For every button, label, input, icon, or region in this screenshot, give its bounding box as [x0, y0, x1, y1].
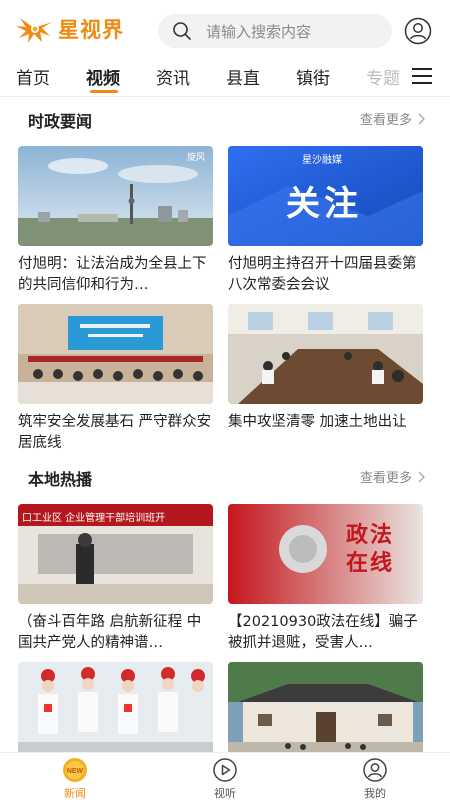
play-icon [213, 758, 237, 782]
video-title: 集中攻坚清零 加速土地出让 [228, 414, 407, 430]
section-more-politics[interactable]: 查看更多 [360, 109, 426, 128]
more-label: 查看更多 [360, 471, 413, 486]
video-thumbnail: 政法在线 [228, 504, 423, 604]
tab-home[interactable]: 首页 [16, 64, 50, 89]
focus-label: 关注 [286, 184, 362, 224]
news-icon: NEW [63, 758, 87, 782]
app-logo[interactable]: 星视界 [16, 14, 124, 44]
video-card[interactable]: 政法在线 【20210930政法在线】骗子被抓并退赃，受害人… [228, 504, 423, 654]
section-more-local[interactable]: 查看更多 [360, 467, 426, 486]
video-card[interactable]: 口工业区 企业管理干部培训班开 （奋斗百年路 启航新征程 中国共产党人的精神谱… [18, 504, 213, 654]
star-logo-icon [16, 18, 52, 43]
search-placeholder: 请输入搜索内容 [206, 22, 312, 41]
historic-house-image [228, 662, 423, 762]
tab-news[interactable]: 资讯 [156, 64, 190, 89]
bottom-tab-news[interactable]: NEW 新闻 [45, 757, 105, 800]
video-card[interactable]: 筑牢安全发展基石 严守群众安居底线 [18, 304, 213, 454]
tab-video[interactable]: 视频 [86, 64, 120, 89]
video-thumbnail [18, 662, 213, 762]
active-tab-indicator [90, 90, 118, 93]
profile-icon [363, 758, 387, 782]
bottom-tab-label: 视听 [214, 787, 236, 800]
video-title: （奋斗百年路 启航新征程 中国共产党人的精神谱… [18, 614, 202, 651]
video-card[interactable]: 星沙融媒 关注 付旭明主持召开十四届县委第八次常委会会议 [228, 146, 423, 296]
bottom-tab-audiovisual[interactable]: 视听 [195, 757, 255, 800]
video-card[interactable]: 集中攻坚清零 加速土地出让 [228, 304, 423, 454]
tab-special[interactable]: 专题 [366, 64, 400, 89]
video-thumbnail [18, 304, 213, 404]
video-thumbnail: 星沙融媒 关注 [228, 146, 423, 246]
video-title: 【20210930政法在线】骗子被抓并退赃，受害人… [228, 614, 418, 651]
city-skyline-image [18, 146, 213, 246]
app-name: 星视界 [58, 18, 124, 42]
tab-towns[interactable]: 镇街 [296, 64, 330, 89]
bottom-navigation: NEW 新闻 视听 我的 [0, 752, 450, 800]
search-icon [173, 22, 191, 40]
video-title: 筑牢安全发展基石 严守群众安居底线 [18, 414, 212, 451]
video-title: 付旭明主持召开十四届县委第八次常委会会议 [228, 256, 417, 293]
video-card[interactable]: 旋风 付旭明：让法治成为全县上下的共同信仰和行为… [18, 146, 213, 296]
video-thumbnail [228, 662, 423, 762]
meeting-hall-image [18, 304, 213, 404]
section-title-local: 本地热播 [28, 470, 93, 489]
brand-tag: 星沙融媒 [302, 155, 342, 166]
video-thumbnail: 旋风 [18, 146, 213, 246]
nav-divider [0, 96, 450, 97]
channel-tabs: 首页 视频 资讯 县直 镇街 专题 [0, 60, 450, 96]
video-thumbnail: 口工业区 企业管理干部培训班开 [18, 504, 213, 604]
search-input[interactable]: 请输入搜索内容 [158, 14, 392, 48]
chevron-right-icon [418, 113, 426, 124]
hamburger-menu-icon[interactable] [410, 66, 434, 86]
conference-room-image [228, 304, 423, 404]
bottom-tab-profile[interactable]: 我的 [345, 757, 405, 800]
banner-text: 口工业区 企业管理干部培训班开 [22, 513, 166, 524]
chevron-right-icon [418, 471, 426, 482]
svg-text:NEW: NEW [67, 768, 84, 775]
more-label: 查看更多 [360, 113, 413, 128]
video-title: 付旭明：让法治成为全县上下的共同信仰和行为… [18, 256, 207, 293]
user-profile-icon[interactable] [404, 17, 432, 45]
app-header: 星视界 请输入搜索内容 [0, 0, 450, 60]
children-event-image [18, 662, 213, 762]
tab-county[interactable]: 县直 [226, 64, 260, 89]
bottom-tab-label: 新闻 [64, 787, 86, 800]
section-title-politics: 时政要闻 [28, 112, 93, 131]
thumbnail-watermark: 旋风 [186, 153, 205, 163]
program-title: 政法在线 [346, 523, 395, 576]
bottom-tab-label: 我的 [364, 787, 386, 800]
video-thumbnail [228, 304, 423, 404]
